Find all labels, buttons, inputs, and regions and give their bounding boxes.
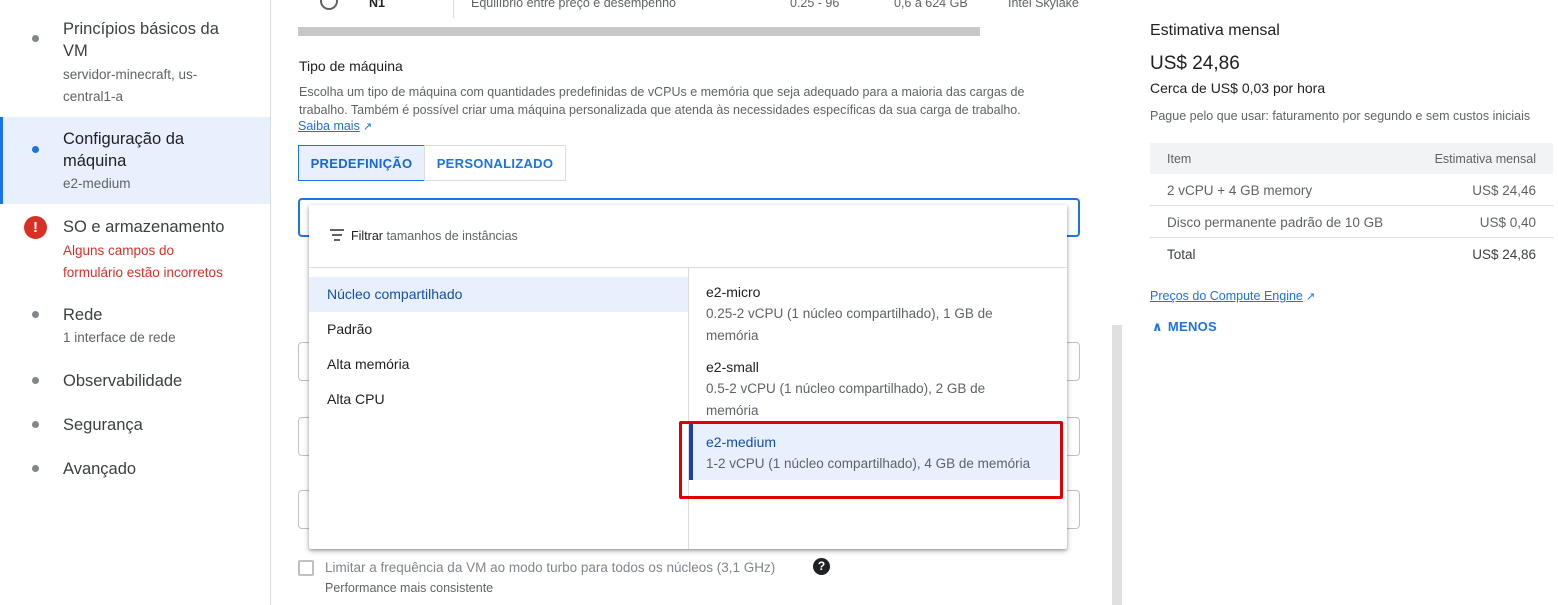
- row-item: Total: [1167, 247, 1196, 262]
- machine-type-description: Escolha um tipo de máquina com quantidad…: [299, 85, 1025, 117]
- series-vcpus: 0.25 - 96: [790, 0, 840, 10]
- tab-custom[interactable]: PERSONALIZADO: [424, 145, 566, 181]
- filter-placeholder: tamanhos de instâncias: [386, 229, 518, 243]
- learn-more-label: Saiba mais: [298, 119, 360, 133]
- step-subtitle-cont: central1-a: [63, 89, 124, 104]
- step-title: Princípios básicos da: [63, 20, 219, 38]
- option-description: 0.25-2 vCPU (1 núcleo compartilhado), 1 …: [706, 306, 993, 343]
- series-name: N1: [369, 0, 385, 10]
- external-link-icon: ↗: [1305, 291, 1316, 303]
- step-dot: [32, 465, 39, 472]
- filter-icon: [330, 229, 344, 241]
- cost-table: Item Estimativa mensal 2 vCPU + 4 GB mem…: [1150, 143, 1553, 270]
- series-radio-n1[interactable]: [320, 0, 338, 10]
- step-network[interactable]: Rede 1 interface de rede: [0, 294, 270, 352]
- step-title: Configuração da: [63, 130, 185, 148]
- estimate-hourly: Cerca de US$ 0,03 por hora: [1150, 80, 1326, 96]
- step-os-storage[interactable]: ! SO e armazenamento Alguns campos do fo…: [0, 205, 270, 293]
- step-error-message: Alguns campos do: [63, 243, 175, 258]
- pricing-link[interactable]: Preços do Compute Engine ↗: [1150, 289, 1315, 303]
- option-name: e2-small: [706, 359, 759, 375]
- step-title: Avançado: [63, 460, 137, 478]
- step-title: Observabilidade: [63, 372, 183, 390]
- step-title: Rede: [63, 306, 103, 324]
- family-shared-core[interactable]: Núcleo compartilhado: [309, 277, 688, 312]
- cost-table-header: Item Estimativa mensal: [1150, 143, 1553, 174]
- option-name: e2-micro: [706, 284, 761, 300]
- series-platform: Intel Skylake: [1008, 0, 1079, 10]
- step-dot: [32, 311, 39, 318]
- step-advanced[interactable]: Avançado: [0, 448, 270, 488]
- filter-input[interactable]: Filtrar tamanhos de instâncias: [351, 229, 518, 243]
- table-divider: [453, 0, 454, 18]
- chevron-up-icon: ∧: [1152, 319, 1163, 334]
- turbo-limit-label: Limitar a frequência da VM ao modo turbo…: [325, 560, 776, 575]
- selection-highlight: [679, 421, 1063, 499]
- row-cost: US$ 24,86: [1472, 247, 1536, 262]
- pricing-link-label: Preços do Compute Engine: [1150, 289, 1303, 303]
- learn-more-link[interactable]: Saiba mais ↗: [298, 119, 372, 133]
- row-item: 2 vCPU + 4 GB memory: [1167, 183, 1313, 198]
- step-subtitle: servidor-minecraft, us-: [63, 67, 198, 82]
- step-dot: [32, 421, 39, 428]
- series-description: Equilíbrio entre preço e desempenho: [471, 0, 676, 10]
- external-link-icon: ↗: [362, 121, 373, 133]
- error-icon: !: [24, 216, 47, 239]
- filter-label: Filtrar: [351, 229, 383, 243]
- turbo-limit-subtitle: Performance mais consistente: [325, 581, 494, 595]
- estimate-price: US$ 24,86: [1150, 53, 1240, 74]
- step-vm-basics[interactable]: Princípios básicos da VM servidor-minecr…: [0, 0, 270, 116]
- step-observability[interactable]: Observabilidade: [0, 360, 270, 400]
- help-icon[interactable]: ?: [813, 558, 830, 575]
- step-subtitle: e2-medium: [63, 176, 131, 191]
- option-description: 0.5-2 vCPU (1 núcleo compartilhado), 2 G…: [706, 381, 986, 418]
- family-high-memory[interactable]: Alta memória: [309, 347, 688, 382]
- step-title: SO e armazenamento: [63, 218, 225, 236]
- vertical-scrollbar[interactable]: [1112, 325, 1122, 605]
- step-dot: [32, 35, 39, 42]
- step-title: Segurança: [63, 416, 143, 434]
- step-error-message-cont: formulário estão incorretos: [63, 265, 223, 280]
- step-security[interactable]: Segurança: [0, 404, 270, 444]
- turbo-limit-checkbox[interactable]: [298, 560, 314, 576]
- row-cost: US$ 0,40: [1479, 215, 1536, 230]
- table-row-total: Total US$ 24,86: [1150, 238, 1553, 270]
- estimate-note: Pague pelo que usar: faturamento por seg…: [1150, 109, 1531, 123]
- column-divider: [688, 268, 689, 549]
- row-cost: US$ 24,46: [1472, 183, 1536, 198]
- family-high-cpu[interactable]: Alta CPU: [309, 382, 688, 417]
- tab-preset[interactable]: PREDEFINIÇÃO: [298, 145, 425, 181]
- family-standard[interactable]: Padrão: [309, 312, 688, 347]
- filter-bar[interactable]: Filtrar tamanhos de instâncias: [309, 205, 1067, 268]
- step-title-cont: máquina: [63, 152, 127, 170]
- step-subtitle: 1 interface de rede: [63, 330, 176, 345]
- horizontal-scrollbar[interactable]: [298, 27, 980, 36]
- estimate-title: Estimativa mensal: [1150, 22, 1280, 39]
- step-sidebar: Princípios básicos da VM servidor-minecr…: [0, 0, 271, 605]
- step-title-cont: VM: [63, 42, 88, 60]
- less-button-label: MENOS: [1167, 319, 1218, 334]
- less-button[interactable]: ∧ MENOS: [1152, 319, 1217, 335]
- series-memory: 0,6 a 624 GB: [894, 0, 968, 10]
- row-item: Disco permanente padrão de 10 GB: [1167, 215, 1384, 230]
- table-row: Disco permanente padrão de 10 GB US$ 0,4…: [1150, 206, 1553, 238]
- header-item: Item: [1167, 152, 1192, 166]
- header-estimate: Estimativa mensal: [1434, 152, 1536, 166]
- step-machine-config[interactable]: Configuração da máquina e2-medium: [0, 117, 270, 204]
- step-dot: [32, 146, 39, 153]
- table-row: 2 vCPU + 4 GB memory US$ 24,46: [1150, 174, 1553, 206]
- step-dot: [32, 377, 39, 384]
- machine-type-heading: Tipo de máquina: [299, 58, 403, 74]
